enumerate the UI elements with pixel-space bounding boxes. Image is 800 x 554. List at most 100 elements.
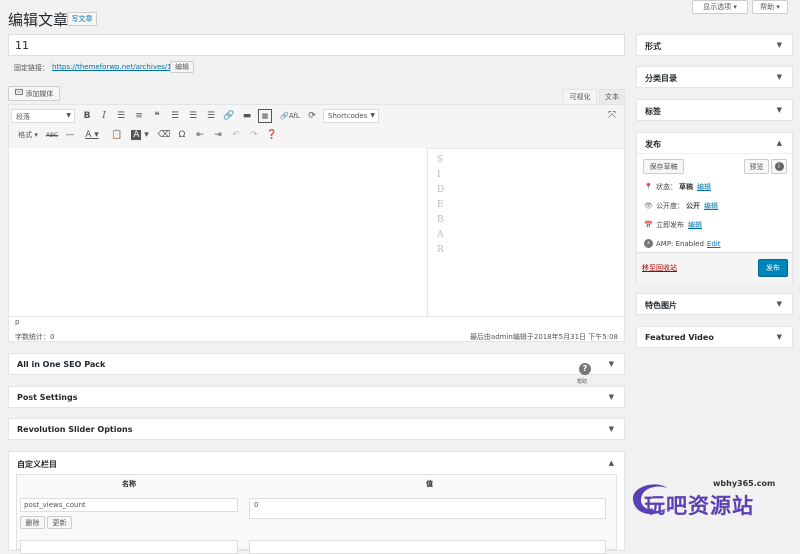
toggle-arrow-icon[interactable]: ▼ (609, 425, 614, 433)
permalink-edit-button[interactable]: 编辑 (170, 61, 194, 73)
custom-fields-title: 自定义栏目 (17, 460, 57, 469)
last-edited: 最后由admin编辑于2018年5月31日 下午5:08 (469, 333, 618, 341)
screen-options-button[interactable]: 显示选项 ▾ (692, 0, 748, 14)
sidebar-letter: I (437, 170, 441, 180)
refresh-icon[interactable]: ⟳ (306, 109, 318, 123)
toggle-arrow-icon[interactable]: ▼ (777, 41, 782, 49)
save-draft-button[interactable]: 保存草稿 (643, 159, 684, 174)
afl-link-icon[interactable]: 🔗 AfL (278, 109, 302, 123)
editor-sidebar-divider (427, 148, 428, 316)
indent-icon[interactable]: ⇥ (212, 128, 224, 142)
help-button[interactable]: 帮助 ▾ (752, 0, 788, 14)
seo-pack-metabox[interactable]: All in One SEO Pack ▼ (8, 353, 625, 375)
post-settings-metabox[interactable]: Post Settings ▼ (8, 386, 625, 408)
revslider-metabox[interactable]: Revolution Slider Options ▼ (8, 418, 625, 440)
toolbar-toggle-icon[interactable]: ▦ (258, 109, 272, 123)
sidebar-letter: B (437, 215, 444, 225)
amp-icon: ⚡ (644, 239, 653, 248)
toggle-arrow-icon[interactable]: ▼ (777, 333, 782, 341)
watermark-name: 玩吧资源站 (644, 494, 754, 518)
amp-edit-link[interactable]: Edit (707, 240, 721, 248)
shortcodes-select[interactable]: Shortcodes ▼ (323, 109, 379, 123)
sidebar-letter: S (437, 155, 444, 165)
move-to-trash-link[interactable]: 移至回收站 (642, 263, 677, 273)
custom-field-value-textarea-2[interactable] (249, 540, 606, 554)
blockquote-icon[interactable]: ❝ (151, 109, 163, 123)
custom-field-name-input[interactable]: post_views_count (20, 498, 238, 512)
custom-field-name-input-2[interactable] (20, 540, 238, 554)
watermark-url: wbhy365.com (713, 479, 776, 488)
status-row: 📍 状态： 草稿 编辑 (644, 182, 711, 192)
sidebar-letter: R (437, 245, 444, 255)
featured-video-metabox[interactable]: Featured Video ▼ (636, 326, 793, 348)
toggle-arrow-icon[interactable]: ▼ (777, 73, 782, 81)
fullscreen-icon[interactable]: ⤧ (608, 110, 616, 121)
custom-field-value-textarea[interactable]: 0 (249, 498, 606, 519)
preview-button[interactable]: 预览 (744, 159, 769, 174)
help-icon[interactable]: ❓ (266, 128, 278, 142)
amp-row: ⚡ AMP: Enabled Edit (644, 239, 720, 248)
editor-content-area[interactable] (9, 148, 426, 316)
status-label: 状态： (656, 183, 677, 191)
permalink-url[interactable]: https://themeforwp.net/archives/11/ (52, 63, 179, 71)
strikethrough-icon[interactable]: ABC (46, 128, 58, 142)
format-dropdown[interactable]: 格式 ▾ (15, 128, 41, 142)
special-character-icon[interactable]: Ω (176, 128, 188, 142)
link-icon[interactable]: 🔗 (223, 109, 235, 123)
toggle-arrow-icon[interactable]: ▼ (609, 393, 614, 401)
sidebar-letter: D (437, 185, 445, 195)
permalink-label: 固定链接： (14, 64, 49, 72)
post-title-text: 11 (15, 39, 29, 52)
text-color-icon[interactable]: A ▾ (82, 128, 102, 142)
highlight-color-icon[interactable]: A ▾ (128, 128, 152, 142)
align-center-icon[interactable]: ☰ (187, 109, 199, 123)
add-media-label: 添加媒体 (25, 89, 54, 98)
page-title: 编辑文章 (8, 11, 69, 29)
categories-metabox[interactable]: 分类目录 ▼ (636, 66, 793, 88)
read-more-icon[interactable]: ▬ (241, 109, 253, 123)
publish-divider (637, 153, 792, 154)
shortcodes-select-value: Shortcodes (328, 112, 368, 120)
custom-field-value-text: 0 (254, 501, 259, 509)
status-value: 草稿 (679, 183, 693, 191)
custom-field-name-value: post_views_count (24, 501, 86, 509)
preview-options-button[interactable]: i (771, 159, 787, 174)
italic-icon[interactable]: I (98, 109, 110, 123)
add-new-post-button[interactable]: 写文章 (67, 12, 97, 26)
bullet-list-icon[interactable]: ☰ (115, 109, 127, 123)
visibility-edit-link[interactable]: 编辑 (704, 201, 718, 211)
featured-image-metabox[interactable]: 特色图片 ▼ (636, 293, 793, 315)
toggle-arrow-icon[interactable]: ▼ (777, 106, 782, 114)
tab-text[interactable]: 文本 (599, 89, 625, 104)
numbered-list-icon[interactable]: ≡ (133, 109, 145, 123)
tags-metabox[interactable]: 标签 ▼ (636, 99, 793, 121)
toggle-arrow-icon[interactable]: ▼ (609, 360, 614, 368)
collapse-arrow-icon[interactable]: ▲ (777, 139, 782, 147)
format-metabox[interactable]: 形式 ▼ (636, 34, 793, 56)
status-edit-link[interactable]: 编辑 (697, 182, 711, 192)
add-media-button[interactable]: 🖾 添加媒体 (8, 86, 60, 101)
outdent-icon[interactable]: ⇤ (194, 128, 206, 142)
schedule-edit-link[interactable]: 编辑 (688, 220, 702, 230)
bold-icon[interactable]: B (81, 109, 93, 123)
horizontal-line-icon[interactable]: — (64, 128, 76, 142)
visibility-row: 👁 公开度： 公开 编辑 (644, 201, 718, 211)
update-field-button[interactable]: 更新 (47, 516, 72, 529)
align-left-icon[interactable]: ☰ (169, 109, 181, 123)
seo-help-icon[interactable]: ? (579, 363, 591, 375)
paste-text-icon[interactable]: 📋 (111, 128, 123, 142)
clear-formatting-icon[interactable]: ⌫ (158, 128, 171, 142)
post-settings-title: Post Settings (17, 393, 78, 402)
revslider-title: Revolution Slider Options (17, 425, 133, 434)
schedule-label: 立即发布 (656, 221, 684, 229)
collapse-arrow-icon[interactable]: ▲ (609, 459, 614, 467)
undo-icon[interactable]: ↶ (230, 128, 242, 142)
delete-field-button[interactable]: 删除 (20, 516, 45, 529)
align-right-icon[interactable]: ☰ (205, 109, 217, 123)
post-title-input[interactable]: 11 (8, 34, 625, 56)
publish-button[interactable]: 发布 (758, 259, 788, 277)
media-icon: 🖾 (14, 87, 24, 97)
tab-visual[interactable]: 可视化 (563, 89, 597, 104)
toggle-arrow-icon[interactable]: ▼ (777, 300, 782, 308)
redo-icon[interactable]: ↷ (248, 128, 260, 142)
